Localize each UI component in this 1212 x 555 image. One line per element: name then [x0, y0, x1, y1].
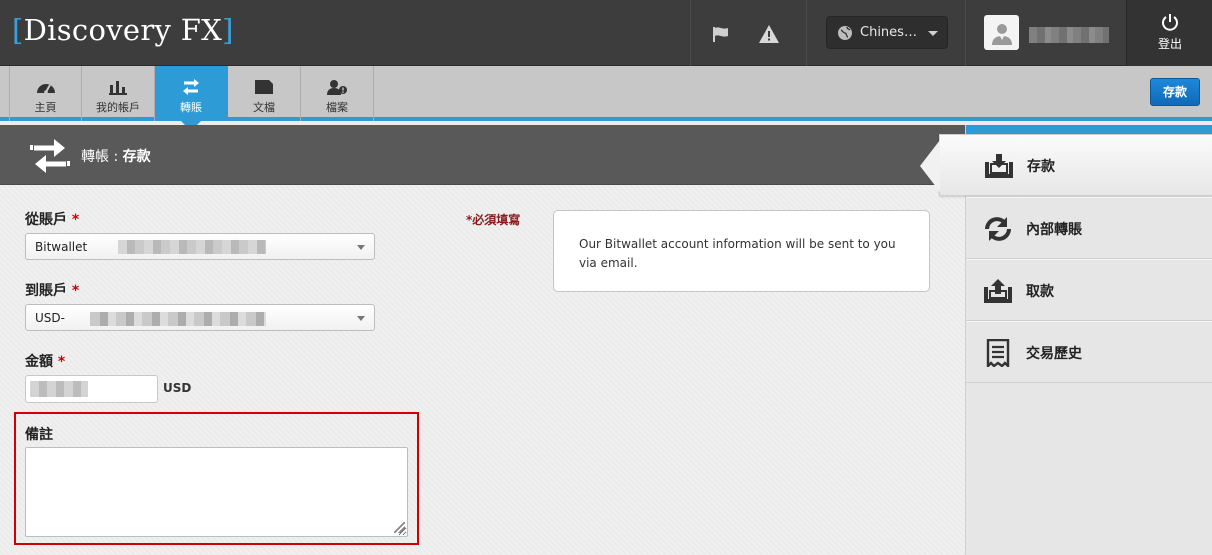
username-redacted[interactable]: [1029, 27, 1109, 43]
from-account-select[interactable]: Bitwallet: [25, 233, 375, 260]
resize-handle-icon[interactable]: [394, 522, 405, 533]
logo[interactable]: [Discovery FX]: [12, 13, 234, 47]
withdraw-icon: [983, 277, 1013, 305]
notes-textarea[interactable]: [25, 447, 408, 537]
dashboard-icon: [36, 78, 56, 96]
globe-icon: [837, 25, 853, 45]
sidebar-item-internal-transfer[interactable]: 內部轉賬: [966, 197, 1212, 259]
header-divider: [806, 0, 807, 66]
language-select[interactable]: Chines…: [826, 16, 948, 49]
bar-chart-icon: [108, 78, 128, 96]
header-divider: [965, 0, 966, 66]
logout-label: 登出: [1157, 37, 1182, 51]
notes-label: 備註: [25, 427, 53, 443]
document-icon: [254, 78, 274, 96]
from-account-label: 從賬戶 *: [25, 212, 80, 228]
tab-transfer[interactable]: 轉賬: [155, 66, 228, 131]
page-title: 轉帳 : 存款: [81, 149, 151, 165]
to-account-value: USD-: [35, 311, 65, 325]
chevron-down-icon: [357, 316, 365, 321]
redacted-text: [118, 240, 266, 254]
language-value: Chines…: [860, 25, 917, 40]
flag-icon[interactable]: [710, 22, 734, 46]
sidebar-item-withdraw[interactable]: 取款: [966, 259, 1212, 321]
tab-profile[interactable]: 檔案: [301, 66, 374, 121]
sidebar-item-history[interactable]: 交易歷史: [966, 321, 1212, 383]
tab-documents[interactable]: 文檔: [228, 66, 301, 121]
redacted-text: [30, 381, 88, 397]
warning-icon[interactable]: [757, 22, 781, 46]
sidebar-item-deposit[interactable]: 存款: [920, 134, 1212, 196]
top-header: [Discovery FX] Chines… 登出: [0, 0, 1212, 66]
logout-button[interactable]: 登出: [1126, 0, 1212, 66]
user-avatar-icon[interactable]: [984, 15, 1019, 50]
chevron-down-icon: [928, 31, 938, 36]
from-account-value: Bitwallet: [35, 240, 88, 254]
amount-unit: USD: [163, 381, 192, 395]
info-box: Our Bitwallet account information will b…: [553, 210, 930, 292]
refresh-icon: [983, 215, 1013, 243]
sidebar: 存款 內部轉賬 取款 交易歷史: [920, 125, 1212, 555]
redacted-text: [90, 312, 266, 326]
to-account-select[interactable]: USD-: [25, 304, 375, 331]
transfer-icon: [181, 78, 201, 96]
profile-icon: [326, 78, 348, 96]
info-text: Our Bitwallet account information will b…: [579, 237, 896, 270]
deposit-button[interactable]: 存款: [1150, 78, 1200, 106]
history-icon: [983, 339, 1013, 367]
chevron-down-icon: [357, 245, 365, 250]
transfer-icon: [30, 137, 70, 178]
header-divider: [690, 0, 691, 66]
tab-home[interactable]: 主頁: [9, 66, 82, 121]
amount-label: 金額 *: [25, 354, 66, 370]
to-account-label: 到賬戶 *: [25, 283, 80, 299]
tab-my-account[interactable]: 我的帳戶: [82, 66, 155, 121]
main-nav: 主頁 我的帳戶 轉賬 文檔 檔案 存款: [0, 66, 1212, 131]
power-icon: [1160, 12, 1180, 35]
page-header: 轉帳 : 存款: [0, 125, 965, 185]
amount-input[interactable]: [25, 375, 158, 403]
active-pointer: [920, 140, 940, 192]
deposit-icon: [984, 152, 1014, 180]
required-note: *必須填寫: [466, 213, 521, 227]
